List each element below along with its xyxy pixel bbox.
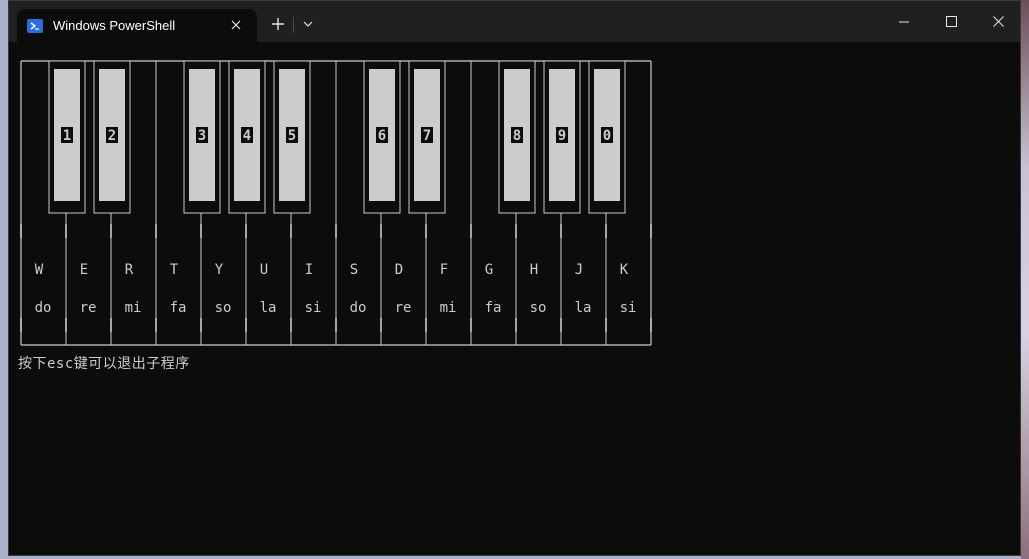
maximize-icon <box>945 16 957 27</box>
white-key-note: re <box>395 300 412 316</box>
black-key-label: 1 <box>63 128 71 144</box>
close-button[interactable] <box>975 1 1021 42</box>
white-key-note: la <box>260 300 277 316</box>
terminal-window: Windows PowerShell 1 2 3 4 5 6 7 8 9 0 Wdo Ere Rmi Tf… <box>8 0 1021 556</box>
title-bar[interactable]: Windows PowerShell <box>9 1 1020 42</box>
exit-hint: 按下esc键可以退出子程序 <box>18 356 190 372</box>
ascii-piano: 1 2 3 4 5 6 7 8 9 0 Wdo Ere Rmi Tfa Yso Ula Isi Sdo Dre Fmi… <box>20 60 652 346</box>
tab-powershell[interactable]: Windows PowerShell <box>17 9 257 42</box>
close-tab-icon[interactable] <box>227 16 245 34</box>
white-key-letter: E <box>80 262 88 278</box>
white-key-letter: U <box>260 262 268 278</box>
white-key-letter: J <box>575 262 583 278</box>
black-key-label: 6 <box>378 128 386 144</box>
desktop-background <box>1021 0 1029 559</box>
chevron-down-icon <box>303 21 313 27</box>
white-key-note: si <box>305 300 322 316</box>
close-icon <box>992 16 1004 27</box>
maximize-button[interactable] <box>928 1 974 42</box>
plus-icon <box>272 18 284 30</box>
white-key-note: si <box>620 300 637 316</box>
dropdown-button[interactable] <box>296 12 320 36</box>
white-key-note: mi <box>125 300 142 316</box>
powershell-icon <box>27 18 43 33</box>
white-key-letter: Y <box>215 262 224 278</box>
black-key-label: 7 <box>423 128 431 144</box>
white-key-note: so <box>215 300 232 316</box>
white-key-letter: D <box>395 262 403 278</box>
white-key-letter: R <box>125 262 134 278</box>
white-key-letter: I <box>305 262 313 278</box>
white-key-note: fa <box>170 300 187 316</box>
terminal-content[interactable]: 1 2 3 4 5 6 7 8 9 0 Wdo Ere Rmi Tfa Yso Ula Isi Sdo Dre Fmi… <box>9 42 1020 555</box>
white-key-note: la <box>575 300 592 316</box>
black-key-label: 8 <box>513 128 521 144</box>
white-key-letter: G <box>485 262 493 278</box>
white-key-note: re <box>80 300 97 316</box>
black-key-label: 9 <box>558 128 566 144</box>
white-key-letter: F <box>440 262 448 278</box>
minimize-button[interactable] <box>881 1 927 42</box>
black-key-label: 0 <box>603 128 611 144</box>
white-key-note: so <box>530 300 547 316</box>
black-key-label: 3 <box>198 128 206 144</box>
black-key-label: 4 <box>243 128 251 144</box>
white-key-note: do <box>350 300 367 316</box>
black-key-label: 5 <box>288 128 296 144</box>
toolbar-divider <box>293 17 294 33</box>
new-tab-button[interactable] <box>266 12 290 36</box>
white-key-letter: S <box>350 262 358 278</box>
white-key-note: do <box>35 300 52 316</box>
white-key-letter: H <box>530 262 538 278</box>
white-key-letter: W <box>35 262 44 278</box>
tab-title: Windows PowerShell <box>53 18 176 33</box>
minimize-icon <box>899 21 909 22</box>
black-key-label: 2 <box>108 128 116 144</box>
white-key-note: mi <box>440 300 457 316</box>
white-key-letter: K <box>620 262 629 278</box>
white-key-letter: T <box>170 262 179 278</box>
white-key-note: fa <box>485 300 502 316</box>
